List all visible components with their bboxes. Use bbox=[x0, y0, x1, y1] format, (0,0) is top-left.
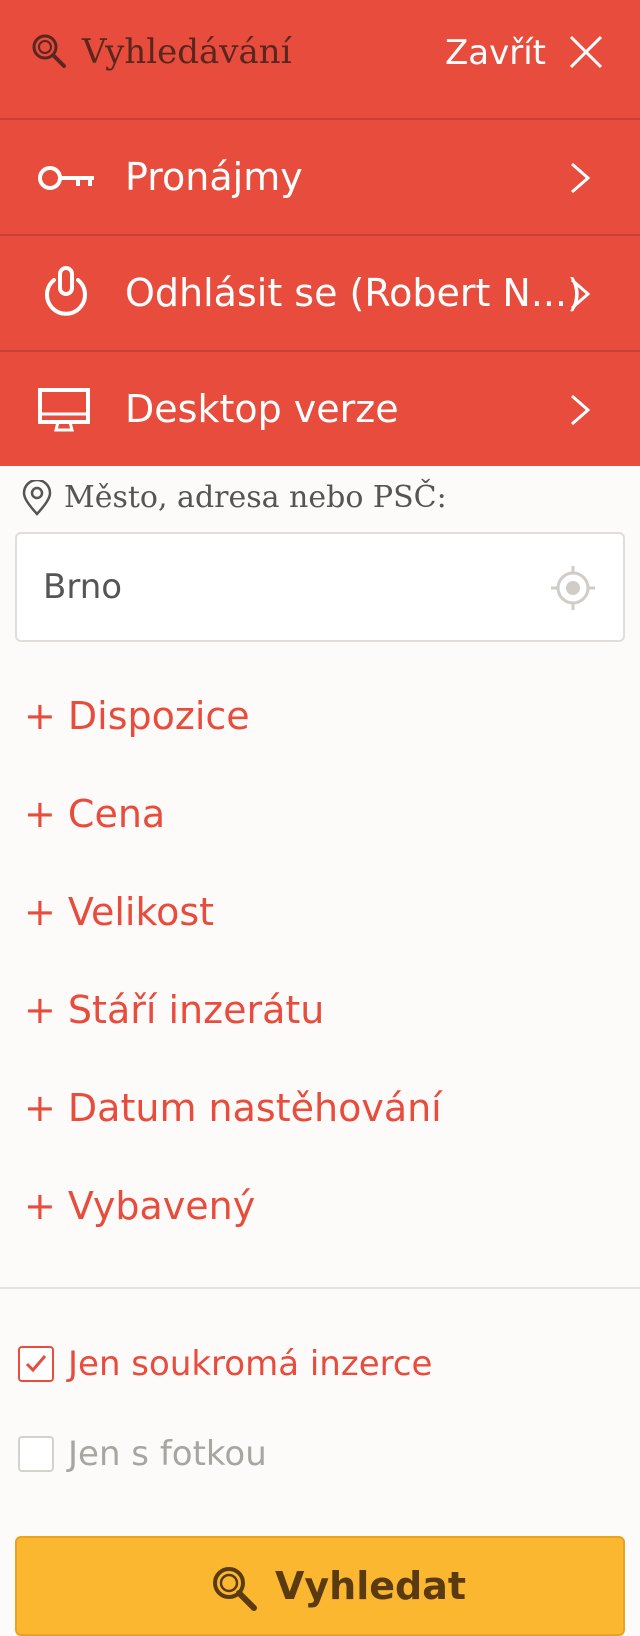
search-button[interactable]: Vyhledat bbox=[15, 1536, 625, 1636]
checkbox-label: Jen soukromá inzerce bbox=[68, 1344, 433, 1384]
chevron-right-icon bbox=[571, 394, 591, 426]
checkmark-icon bbox=[25, 1355, 47, 1373]
with-photo-checkbox[interactable] bbox=[18, 1436, 54, 1472]
filter-price[interactable]: + Cena bbox=[24, 786, 165, 842]
menu-item-label: Pronájmy bbox=[125, 155, 303, 199]
close-button[interactable]: Zavřít bbox=[445, 30, 546, 76]
map-pin-icon bbox=[22, 480, 52, 516]
search-icon bbox=[32, 34, 66, 68]
menu-item-rentals[interactable]: Pronájmy bbox=[0, 118, 640, 234]
search-icon bbox=[213, 1567, 257, 1611]
page-title: Vyhledávání bbox=[82, 32, 292, 72]
filter-size[interactable]: + Velikost bbox=[24, 884, 214, 940]
key-icon bbox=[38, 166, 94, 190]
chevron-right-icon bbox=[571, 278, 591, 310]
menu-item-label: Desktop verze bbox=[125, 387, 399, 431]
private-listings-checkbox[interactable] bbox=[18, 1346, 54, 1382]
filter-move-in-date[interactable]: + Datum nastěhování bbox=[24, 1080, 442, 1136]
close-icon[interactable] bbox=[568, 34, 604, 70]
checkbox-label: Jen s fotkou bbox=[68, 1434, 267, 1474]
location-label-text: Město, adresa nebo PSČ: bbox=[64, 480, 447, 515]
search-button-label: Vyhledat bbox=[275, 1564, 467, 1608]
locate-me-icon[interactable] bbox=[549, 564, 597, 612]
filter-disposition[interactable]: + Dispozice bbox=[24, 688, 250, 744]
location-input[interactable] bbox=[43, 534, 523, 640]
chevron-right-icon bbox=[571, 162, 591, 194]
monitor-icon bbox=[38, 388, 90, 432]
location-field[interactable] bbox=[15, 532, 625, 642]
filter-furnished[interactable]: + Vybavený bbox=[24, 1178, 255, 1234]
menu-item-desktop[interactable]: Desktop verze bbox=[0, 350, 640, 466]
power-icon bbox=[45, 266, 87, 316]
search-header: Vyhledávání Zavřít bbox=[0, 0, 640, 118]
filter-listing-age[interactable]: + Stáří inzerátu bbox=[24, 982, 324, 1038]
menu-item-label: Odhlásit se (Robert N...) bbox=[125, 271, 582, 315]
menu-item-logout[interactable]: Odhlásit se (Robert N...) bbox=[0, 234, 640, 350]
divider bbox=[0, 1287, 640, 1289]
